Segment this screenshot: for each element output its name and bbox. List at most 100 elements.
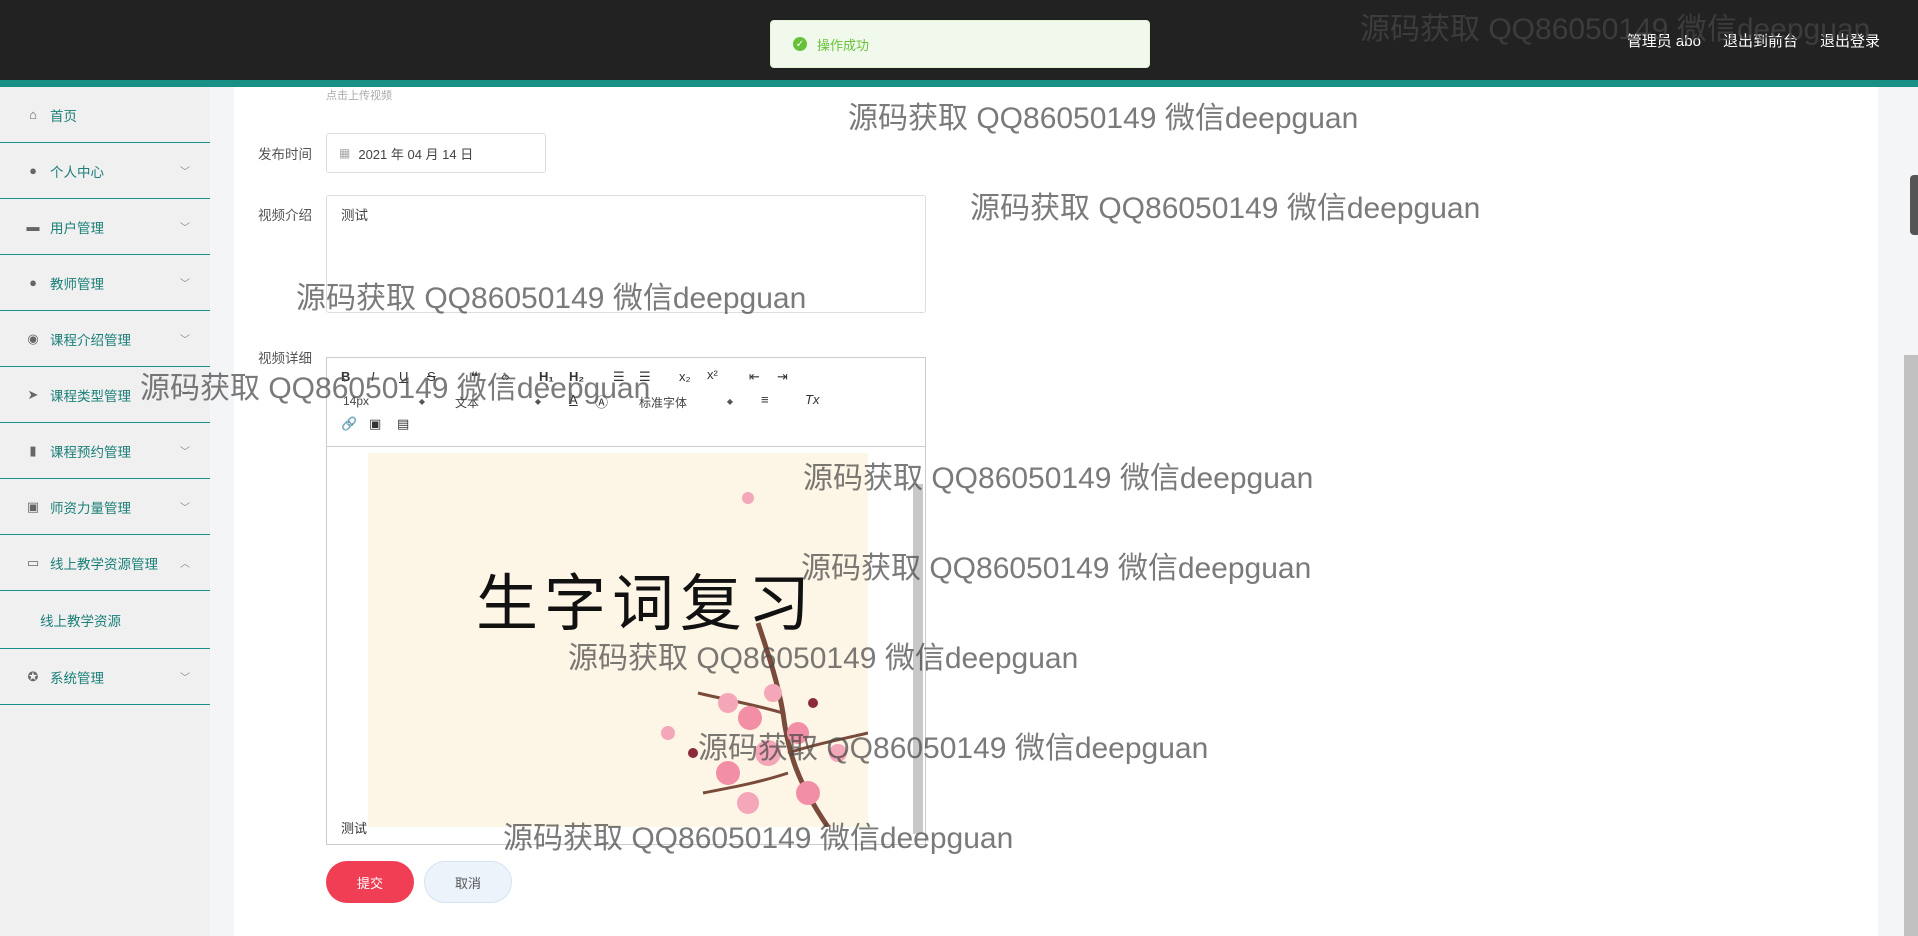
check-circle-icon: ✓: [793, 37, 807, 51]
video-icon[interactable]: ▤: [397, 416, 409, 432]
paragraph-value: 文本: [455, 396, 480, 410]
success-toast: ✓ 操作成功: [770, 20, 1150, 68]
font-size-value: 14px: [343, 394, 370, 408]
publish-date-picker[interactable]: ▦ 2021 年 04 月 14 日: [326, 133, 546, 173]
monitor-icon: ▬: [26, 219, 40, 234]
sidebar-item-profile[interactable]: ● 个人中心 ﹀: [0, 143, 210, 199]
heading2-icon[interactable]: H₂: [569, 369, 584, 384]
font-color-icon[interactable]: A: [569, 392, 578, 407]
top-links: 管理员 abo 退出到前台 退出登录: [1627, 30, 1880, 51]
clipboard-icon: ▣: [26, 498, 40, 514]
sidebar-item-label: 课程类型管理: [50, 388, 131, 404]
select-arrow-icon: ◆: [726, 397, 733, 406]
ordered-list-icon[interactable]: ☰: [613, 369, 625, 385]
sidebar-item-faculty[interactable]: ▣ 师资力量管理 ﹀: [0, 479, 210, 535]
editor-toolbar: B I U S ❝ ‹› H₁ H₂ ☰ ☰ x₂ x² ⇤ ⇥ 14px ◆ …: [327, 358, 925, 447]
topbar-accent-line: [0, 80, 1918, 87]
chevron-up-icon: ︿: [180, 559, 190, 570]
chevron-down-icon: ﹀: [180, 391, 190, 402]
toast-message: 操作成功: [817, 37, 870, 53]
sidebar-item-course-type[interactable]: ➤ 课程类型管理 ﹀: [0, 367, 210, 423]
sidebar: ⌂ 首页 ● 个人中心 ﹀ ▬ 用户管理 ﹀ ● 教师管理 ﹀ ◉ 课程介绍管理…: [0, 87, 210, 936]
chevron-down-icon: ﹀: [180, 503, 190, 514]
code-icon[interactable]: ‹›: [501, 369, 510, 384]
lesson-image: 生字词复习: [368, 453, 868, 827]
sidebar-item-home[interactable]: ⌂ 首页: [0, 87, 210, 143]
sidebar-item-label: 课程预约管理: [50, 444, 131, 460]
editor-content[interactable]: 生字词复习 测试: [327, 446, 925, 844]
video-intro-label: 视频介绍: [258, 208, 312, 223]
paragraph-select[interactable]: 文本 ◆: [455, 394, 541, 411]
submenu-item-label: 线上教学资源: [40, 613, 121, 629]
rich-text-editor[interactable]: B I U S ❝ ‹› H₁ H₂ ☰ ☰ x₂ x² ⇤ ⇥ 14px ◆ …: [326, 357, 926, 845]
link-icon[interactable]: 🔗: [341, 416, 357, 432]
chevron-down-icon: ﹀: [180, 167, 190, 178]
heading1-icon[interactable]: H₁: [539, 369, 554, 384]
page-scrollbar-thumb[interactable]: [1910, 175, 1918, 235]
logout-link[interactable]: 退出登录: [1820, 30, 1880, 51]
editor-caption: 测试: [341, 821, 368, 836]
align-left-icon[interactable]: ≡: [761, 392, 769, 407]
bold-icon[interactable]: B: [341, 369, 350, 384]
sidebar-item-users[interactable]: ▬ 用户管理 ﹀: [0, 199, 210, 255]
sidebar-item-online-resources[interactable]: ▭ 线上教学资源管理 ︿: [0, 535, 210, 591]
main-content: 点击上传视频 发布时间 ▦ 2021 年 04 月 14 日 视频介绍 测试 视…: [234, 87, 1878, 936]
sidebar-item-course-intro[interactable]: ◉ 课程介绍管理 ﹀: [0, 311, 210, 367]
upload-hint[interactable]: 点击上传视频: [326, 87, 392, 103]
chevron-down-icon: ﹀: [180, 279, 190, 290]
submit-button[interactable]: 提交: [326, 861, 414, 903]
chevron-down-icon: ﹀: [180, 223, 190, 234]
user-icon: ●: [29, 163, 37, 178]
font-family-value: 标准字体: [639, 396, 688, 410]
outdent-icon[interactable]: ⇤: [749, 369, 760, 385]
home-icon: ⌂: [29, 107, 37, 122]
front-link[interactable]: 退出到前台: [1723, 30, 1798, 51]
cancel-button[interactable]: 取消: [424, 861, 512, 903]
sidebar-item-label: 课程介绍管理: [50, 332, 131, 348]
sidebar-item-course-booking[interactable]: ▮ 课程预约管理 ﹀: [0, 423, 210, 479]
top-navbar: 管理员 abo 退出到前台 退出登录 ✓ 操作成功: [0, 0, 1918, 80]
sidebar-item-label: 首页: [50, 108, 77, 124]
chevron-down-icon: ﹀: [180, 673, 190, 684]
calendar-icon: ▦: [339, 146, 351, 160]
chat-icon: ▭: [26, 554, 40, 570]
sidebar-item-label: 线上教学资源管理: [50, 556, 158, 572]
submenu-item-online-resource[interactable]: 线上教学资源: [0, 591, 210, 649]
sidebar-item-label: 个人中心: [50, 164, 104, 180]
editor-scrollbar[interactable]: [913, 484, 923, 834]
sidebar-item-teachers[interactable]: ● 教师管理 ﹀: [0, 255, 210, 311]
publish-date-value: 2021 年 04 月 14 日: [358, 146, 474, 162]
send-icon: ➤: [27, 386, 39, 402]
page-scrollbar[interactable]: [1904, 355, 1918, 936]
clear-format-icon[interactable]: Tx: [805, 392, 819, 407]
select-arrow-icon: ◆: [418, 397, 425, 406]
user-icon: ●: [29, 275, 37, 290]
chevron-down-icon: ﹀: [180, 335, 190, 346]
sidebar-item-label: 用户管理: [50, 220, 104, 236]
bar-chart-icon: ▮: [29, 442, 37, 458]
subscript-icon[interactable]: x₂: [679, 369, 691, 384]
plum-blossom-branch: [661, 492, 868, 827]
sidebar-item-label: 教师管理: [50, 276, 104, 292]
superscript-icon[interactable]: x²: [707, 367, 718, 382]
video-intro-textarea[interactable]: 测试: [326, 195, 926, 313]
bullet-list-icon[interactable]: ☰: [639, 369, 651, 385]
strikethrough-icon[interactable]: S: [427, 369, 436, 384]
image-icon[interactable]: ▣: [369, 416, 381, 432]
sidebar-item-system[interactable]: ✪ 系统管理 ﹀: [0, 649, 210, 705]
blockquote-icon[interactable]: ❝: [471, 369, 479, 385]
chevron-down-icon: ﹀: [180, 447, 190, 458]
sidebar-item-label: 系统管理: [50, 670, 104, 686]
underline-icon[interactable]: U: [399, 369, 408, 384]
bulb-icon: ◉: [27, 330, 39, 346]
admin-user-label: 管理员 abo: [1626, 33, 1701, 50]
publish-time-label: 发布时间: [258, 147, 312, 162]
sidebar-item-label: 师资力量管理: [50, 500, 131, 516]
italic-icon[interactable]: I: [371, 369, 375, 384]
font-family-select[interactable]: 标准字体 ◆: [639, 394, 733, 411]
settings-icon: ✪: [27, 668, 39, 684]
font-size-select[interactable]: 14px ◆: [343, 394, 425, 408]
background-color-icon[interactable]: Ⓐ: [595, 392, 608, 411]
select-arrow-icon: ◆: [534, 397, 541, 406]
indent-icon[interactable]: ⇥: [777, 369, 788, 385]
